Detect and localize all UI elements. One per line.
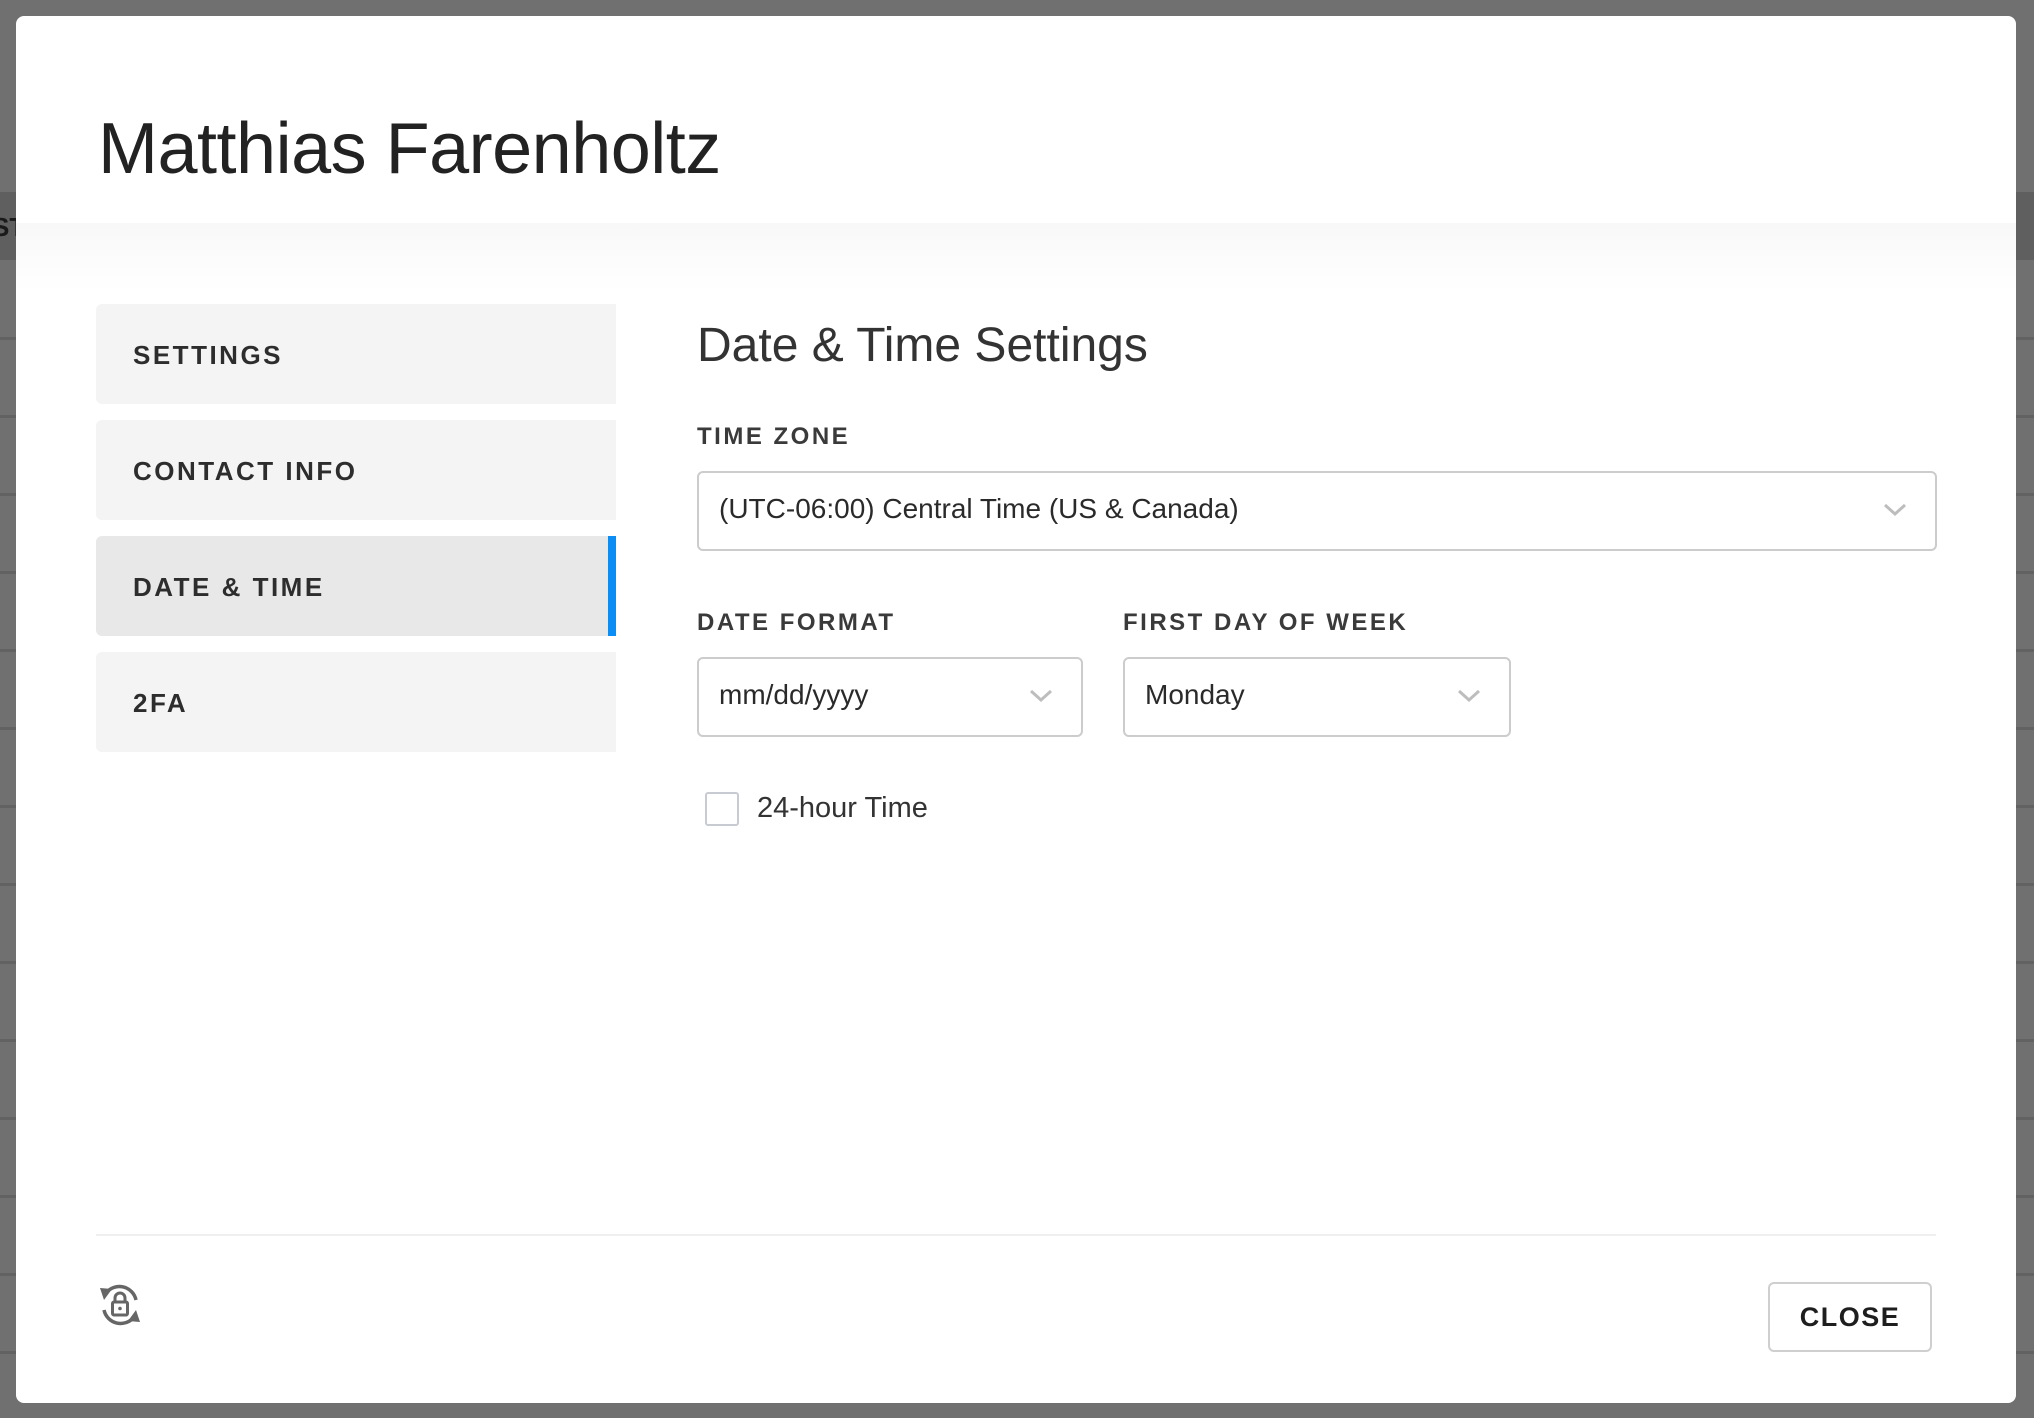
chevron-down-icon [1029,689,1053,703]
sidebar-item-2fa[interactable]: 2FA [96,652,616,752]
lock-reset-icon[interactable] [96,1280,144,1330]
chevron-down-icon [1883,503,1907,517]
chevron-down-icon [1457,689,1481,703]
24-hour-time-label[interactable]: 24-hour Time [757,792,928,825]
time-zone-value: (UTC-06:00) Central Time (US & Canada) [719,493,1239,524]
first-day-of-week-select[interactable]: Monday [1123,657,1511,737]
date-format-label: DATE FORMAT [697,609,896,636]
close-button[interactable]: CLOSE [1768,1282,1932,1352]
sidebar-item-contact-info[interactable]: CONTACT INFO [96,420,616,520]
sidebar-item-label: SETTINGS [133,340,284,370]
time-zone-select[interactable]: (UTC-06:00) Central Time (US & Canada) [697,471,1937,551]
first-day-of-week-value: Monday [1145,679,1245,710]
24-hour-time-checkbox[interactable] [705,792,739,826]
date-format-select[interactable]: mm/dd/yyyy [697,657,1083,737]
first-day-of-week-label: FIRST DAY OF WEEK [1123,609,1409,636]
footer-divider [96,1234,1936,1236]
settings-sidebar: SETTINGS CONTACT INFO DATE & TIME 2FA [96,304,616,768]
sidebar-item-label: CONTACT INFO [133,456,358,486]
user-settings-modal: Matthias Farenholtz SETTINGS CONTACT INF… [16,16,2016,1403]
sidebar-item-date-time[interactable]: DATE & TIME [96,536,616,636]
sidebar-item-label: DATE & TIME [133,572,325,602]
date-format-value: mm/dd/yyyy [719,679,869,710]
sidebar-item-settings[interactable]: SETTINGS [96,304,616,404]
header-shadow [16,223,2016,293]
section-title: Date & Time Settings [697,319,1148,372]
modal-title: Matthias Farenholtz [98,109,721,189]
sidebar-item-label: 2FA [133,688,189,718]
time-zone-label: TIME ZONE [697,423,851,450]
